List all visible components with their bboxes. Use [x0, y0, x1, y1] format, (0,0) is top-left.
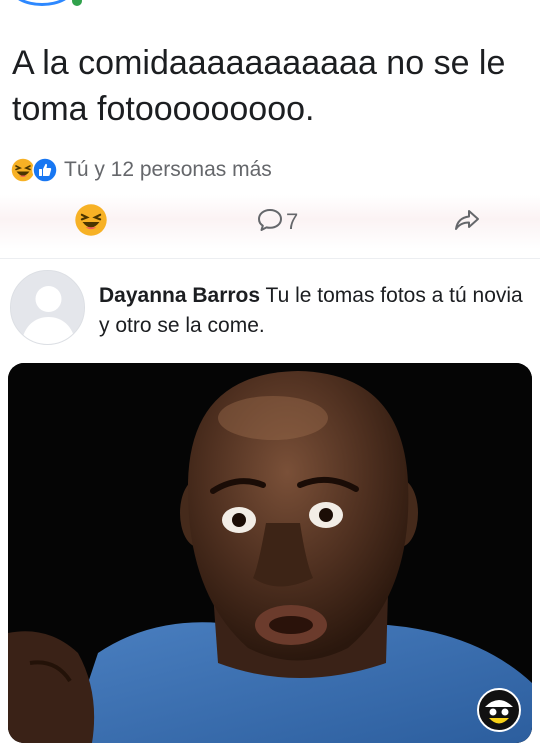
comment-count: 7 — [286, 209, 299, 234]
post-action-bar: 7 — [0, 195, 540, 249]
like-icon — [32, 157, 58, 183]
comment-icon — [256, 206, 284, 239]
default-user-icon — [11, 271, 84, 344]
comment-button[interactable]: 7 — [256, 203, 298, 241]
comment-body: Dayanna Barros Tu le tomas fotos a tú no… — [99, 281, 529, 341]
share-icon — [452, 205, 482, 240]
share-button[interactable] — [452, 203, 482, 241]
reactions-summary[interactable]: Tú y 12 personas más — [10, 155, 272, 185]
surprised-man-photo — [8, 363, 532, 743]
previous-avatar-edge — [10, 0, 74, 6]
comment-author-name[interactable]: Dayanna Barros — [99, 284, 260, 307]
react-button[interactable] — [74, 203, 108, 241]
comment-photo[interactable] — [8, 363, 532, 743]
watermark-logo-icon — [476, 687, 522, 733]
post-text: A la comidaaaaaaaaaaa no se le toma foto… — [12, 44, 506, 128]
commenter-avatar[interactable] — [10, 270, 85, 345]
haha-icon — [74, 203, 108, 242]
section-divider — [0, 258, 540, 259]
reactions-count-label: Tú y 12 personas más — [64, 158, 272, 181]
online-status-dot — [70, 0, 84, 8]
